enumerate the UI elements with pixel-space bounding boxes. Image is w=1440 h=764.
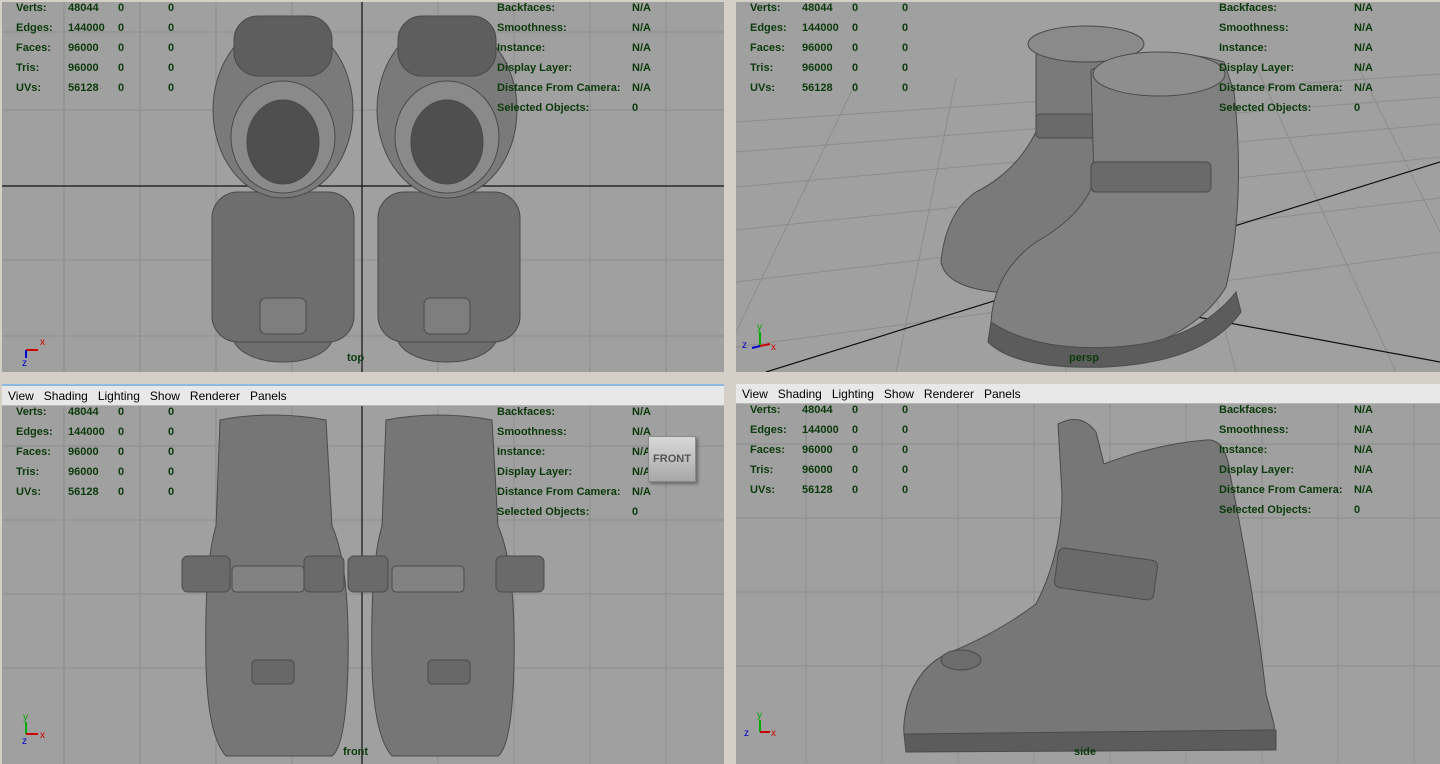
object-info-persp: Backfaces: N/A Smoothness: N/A Instance: N/… [1219, 2, 1373, 114]
menu-shading[interactable]: Shading [44, 389, 88, 403]
poly-stats-front: Verts: 48044 0 0 Edges: 144000 0 0 Faces: 96000… [16, 406, 175, 498]
menu-lighting[interactable]: Lighting [832, 387, 874, 401]
viewport-top[interactable]: Verts: 48044 0 0 Edges: 144000 0 0 Faces: 96000… [2, 2, 724, 372]
viewport-front[interactable]: View Shading Lighting Show Renderer Pane… [2, 384, 724, 764]
svg-text:z: z [22, 736, 27, 747]
viewport-side[interactable]: View Shading Lighting Show Renderer Pane… [736, 384, 1440, 764]
axis-gizmo-side: y z x [744, 710, 776, 739]
poly-stats-top: Verts: 48044 0 0 Edges: 144000 0 0 Faces: 96000… [16, 2, 175, 94]
object-info-front: Backfaces: N/A Smoothness: N/A Instance: N/… [497, 406, 651, 518]
viewport-persp[interactable]: Verts: 48044 0 0 Edges: 144000 0 0 Faces: 96000… [736, 2, 1440, 372]
axis-gizmo-persp: y x z [742, 322, 776, 353]
poly-stats-persp: Verts: 48044 0 0 Edges: 144000 0 0 Faces: 96000… [750, 2, 909, 94]
menu-panels[interactable]: Panels [250, 389, 287, 403]
menu-view[interactable]: View [8, 389, 34, 403]
viewport-label-front: front [343, 746, 369, 758]
poly-stats-side: Verts: 48044 0 0 Edges: 144000 0 0 Faces: 96000… [750, 404, 909, 496]
axis-gizmo-top: x z [22, 337, 45, 368]
object-info-top: Backfaces: N/A Smoothness: N/A Instance: N/… [497, 2, 651, 114]
viewport-label-side: side [1074, 746, 1097, 758]
svg-text:x: x [771, 342, 776, 353]
menu-panels[interactable]: Panels [984, 387, 1021, 401]
svg-text:y: y [23, 712, 28, 723]
menu-show[interactable]: Show [884, 387, 914, 401]
svg-text:x: x [40, 337, 45, 348]
menu-shading[interactable]: Shading [778, 387, 822, 401]
view-cube-front[interactable]: FRONT [648, 436, 696, 482]
viewport-label-top: top [347, 352, 365, 364]
svg-text:x: x [771, 728, 776, 739]
svg-text:x: x [40, 730, 45, 741]
menu-show[interactable]: Show [150, 389, 180, 403]
viewport-label-persp: persp [1069, 352, 1099, 364]
object-info-side: Backfaces: N/A Smoothness: N/A Instance: N/… [1219, 404, 1373, 516]
menu-lighting[interactable]: Lighting [98, 389, 140, 403]
axis-gizmo-front: y x z [22, 712, 45, 747]
menu-renderer[interactable]: Renderer [924, 387, 974, 401]
svg-text:z: z [744, 728, 749, 739]
svg-text:z: z [22, 358, 27, 368]
svg-text:z: z [742, 340, 747, 351]
svg-text:y: y [757, 322, 762, 333]
menu-view[interactable]: View [742, 387, 768, 401]
svg-text:y: y [757, 710, 762, 721]
menu-renderer[interactable]: Renderer [190, 389, 240, 403]
